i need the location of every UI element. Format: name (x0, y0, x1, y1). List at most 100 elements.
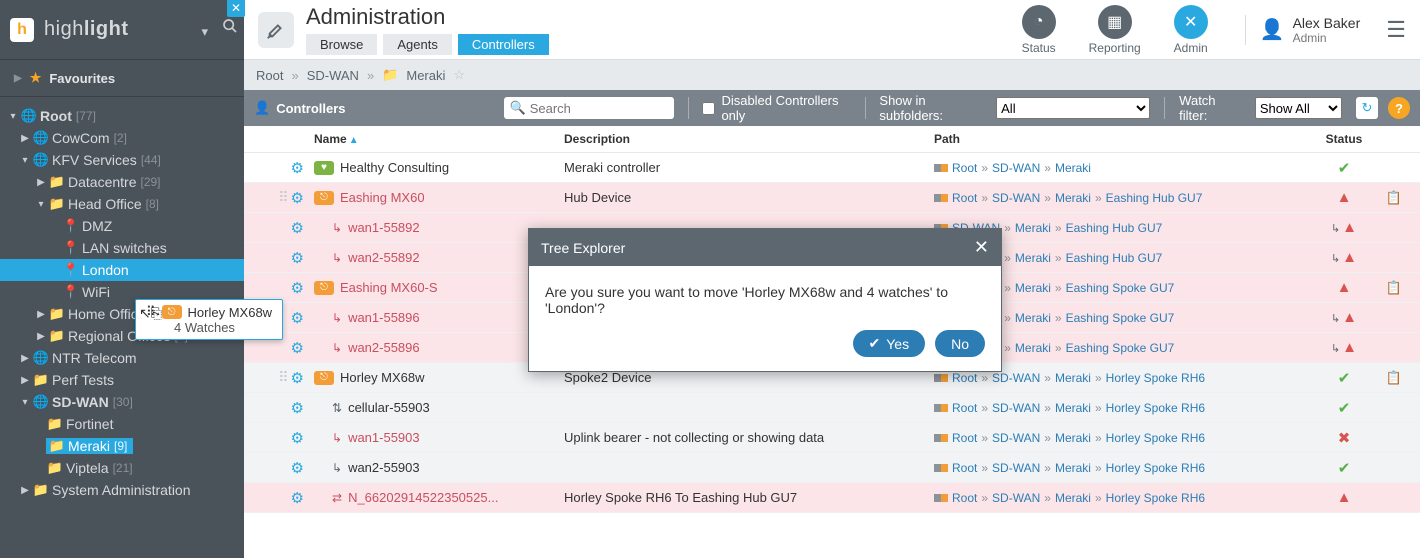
alert-icon: ▲ (1342, 309, 1357, 326)
gear-icon[interactable]: ⚙ (291, 369, 304, 387)
favourites-row[interactable]: ▶ ★ Favourites (0, 60, 244, 97)
gear-icon[interactable]: ⚙ (291, 429, 304, 447)
gear-icon[interactable]: ⚙ (291, 279, 304, 297)
gear-icon[interactable]: ⚙ (291, 459, 304, 477)
wrench-icon: ✕ (1174, 5, 1208, 39)
watch-select[interactable]: Show All (1255, 97, 1342, 119)
tree-fortinet[interactable]: 📁Fortinet (0, 413, 244, 435)
nav-admin[interactable]: ✕Admin (1159, 5, 1223, 55)
device-icon: ⎋ (314, 191, 334, 205)
search-input[interactable] (530, 101, 650, 116)
clipboard-icon[interactable]: 📋 (1374, 190, 1414, 206)
tab-agents[interactable]: Agents (383, 34, 451, 55)
tree-sysadmin[interactable]: ▶📁System Administration (0, 479, 244, 501)
gear-icon[interactable]: ⚙ (291, 339, 304, 357)
star-icon: ★ (30, 70, 42, 86)
breadcrumb: Root» SD-WAN» 📁 Meraki ☆ (244, 60, 1420, 90)
user-block[interactable]: 👤 Alex BakerAdmin (1245, 15, 1361, 45)
search-box[interactable]: 🔍 (504, 97, 674, 119)
table-row[interactable]: ⚙↳wan2-55903 Root » SD-WAN » Meraki » Ho… (244, 453, 1420, 483)
row-name: Healthy Consulting (340, 160, 449, 175)
close-icon[interactable]: ✕ (227, 0, 245, 17)
crumb-meraki[interactable]: Meraki (406, 68, 445, 83)
col-path[interactable]: Path (934, 132, 1314, 146)
row-desc: Horley Spoke RH6 To Eashing Hub GU7 (564, 490, 934, 505)
gear-icon[interactable]: ⚙ (291, 219, 304, 237)
modal-body: Are you sure you want to move 'Horley MX… (529, 266, 1001, 330)
star-outline-icon[interactable]: ☆ (453, 67, 465, 83)
check-icon: ✔ (1338, 160, 1351, 177)
row-status: ▲ (1314, 279, 1374, 296)
tree-viptela[interactable]: 📁Viptela[21] (0, 457, 244, 479)
tree-headoffice[interactable]: ▾📁Head Office[8] (0, 193, 244, 215)
tree-datacentre[interactable]: ▶📁Datacentre[29] (0, 171, 244, 193)
gear-icon[interactable]: ⚙ (291, 309, 304, 327)
tree-kfv[interactable]: ▾🌐KFV Services[44] (0, 149, 244, 171)
tree-root[interactable]: ▾🌐Root[77] (0, 105, 244, 127)
drag-handle-icon[interactable]: ⠿ (278, 189, 286, 206)
path-icon (934, 464, 948, 472)
row-path[interactable]: Root » SD-WAN » Meraki » Horley Spoke RH… (934, 371, 1314, 385)
row-path[interactable]: Root » SD-WAN » Meraki (934, 161, 1314, 175)
link-icon: ↳ (332, 221, 342, 235)
link-icon: ↳ (332, 431, 342, 445)
tree-perf[interactable]: ▶📁Perf Tests (0, 369, 244, 391)
row-path[interactable]: Root » SD-WAN » Meraki » Horley Spoke RH… (934, 431, 1314, 445)
search-icon[interactable] (222, 18, 238, 34)
help-icon[interactable]: ? (1388, 97, 1410, 119)
clipboard-icon[interactable]: 📋 (1374, 280, 1414, 296)
tree-lansw[interactable]: 📍LAN switches (0, 237, 244, 259)
tab-browse[interactable]: Browse (306, 34, 377, 55)
nav-status[interactable]: ◔Status (1007, 5, 1071, 55)
device-icon: ⎋ (162, 305, 182, 319)
row-status: ✔ (1314, 399, 1374, 417)
col-status[interactable]: Status (1314, 132, 1374, 146)
path-icon (934, 164, 948, 172)
crumb-root[interactable]: Root (256, 68, 283, 83)
gear-icon[interactable]: ⚙ (291, 189, 304, 207)
row-status: ✔ (1314, 159, 1374, 177)
tree-cowcom[interactable]: ▶🌐CowCom[2] (0, 127, 244, 149)
crumb-sdwan[interactable]: SD-WAN (307, 68, 359, 83)
link-icon: ↳ (332, 251, 342, 265)
clipboard-icon[interactable]: 📋 (1374, 370, 1414, 386)
collapse-icon[interactable]: ▾ (201, 24, 208, 40)
menu-icon[interactable]: ☰ (1386, 17, 1406, 43)
col-name[interactable]: Name▲ (314, 132, 564, 146)
gear-icon[interactable]: ⚙ (291, 159, 304, 177)
gear-icon[interactable]: ⚙ (291, 489, 304, 507)
drag-handle-icon[interactable]: ⠿ (278, 369, 286, 386)
table-row[interactable]: ⚙♥Healthy ConsultingMeraki controller Ro… (244, 153, 1420, 183)
tree-london[interactable]: 📍London (0, 259, 244, 281)
col-desc[interactable]: Description (564, 132, 934, 146)
gear-icon[interactable]: ⚙ (291, 399, 304, 417)
disabled-checkbox[interactable]: Disabled Controllers only (702, 93, 850, 123)
header-tabs: Browse Agents Controllers (306, 34, 549, 55)
tab-controllers[interactable]: Controllers (458, 34, 549, 55)
table-row[interactable]: ⚙⇅cellular-55903 Root » SD-WAN » Meraki … (244, 393, 1420, 423)
gear-icon[interactable]: ⚙ (291, 249, 304, 267)
folder-icon: 📁 (382, 67, 398, 83)
row-name: wan2-55896 (348, 340, 420, 355)
tree-ntr[interactable]: ▶🌐NTR Telecom (0, 347, 244, 369)
table-row[interactable]: ⚙↳wan1-55903Uplink bearer - not collecti… (244, 423, 1420, 453)
link-icon: ↳ (332, 461, 342, 475)
logo-text: highlight (44, 18, 129, 41)
subfolders-select[interactable]: All (996, 97, 1150, 119)
row-path[interactable]: Root » SD-WAN » Meraki » Horley Spoke RH… (934, 461, 1314, 475)
row-path[interactable]: Root » SD-WAN » Meraki » Horley Spoke RH… (934, 491, 1314, 505)
modal-title: Tree Explorer (541, 240, 625, 256)
row-path[interactable]: Root » SD-WAN » Meraki » Horley Spoke RH… (934, 401, 1314, 415)
modal-yes-button[interactable]: ✔Yes (853, 330, 926, 357)
reload-icon[interactable]: ↻ (1356, 97, 1378, 119)
tree-meraki[interactable]: 📁Meraki[9] (0, 435, 244, 457)
tree-dmz[interactable]: 📍DMZ (0, 215, 244, 237)
row-name: Horley MX68w (340, 370, 425, 385)
table-row[interactable]: ⠿⚙⎋Eashing MX60Hub Device Root » SD-WAN … (244, 183, 1420, 213)
table-row[interactable]: ⚙⇄N_66202914522350525...Horley Spoke RH6… (244, 483, 1420, 513)
tree-sdwan[interactable]: ▾🌐SD-WAN[30] (0, 391, 244, 413)
nav-reporting[interactable]: ▦Reporting (1083, 5, 1147, 55)
row-path[interactable]: Root » SD-WAN » Meraki » Eashing Hub GU7 (934, 191, 1314, 205)
modal-close-icon[interactable]: ✕ (974, 237, 989, 258)
modal-no-button[interactable]: No (935, 330, 985, 357)
